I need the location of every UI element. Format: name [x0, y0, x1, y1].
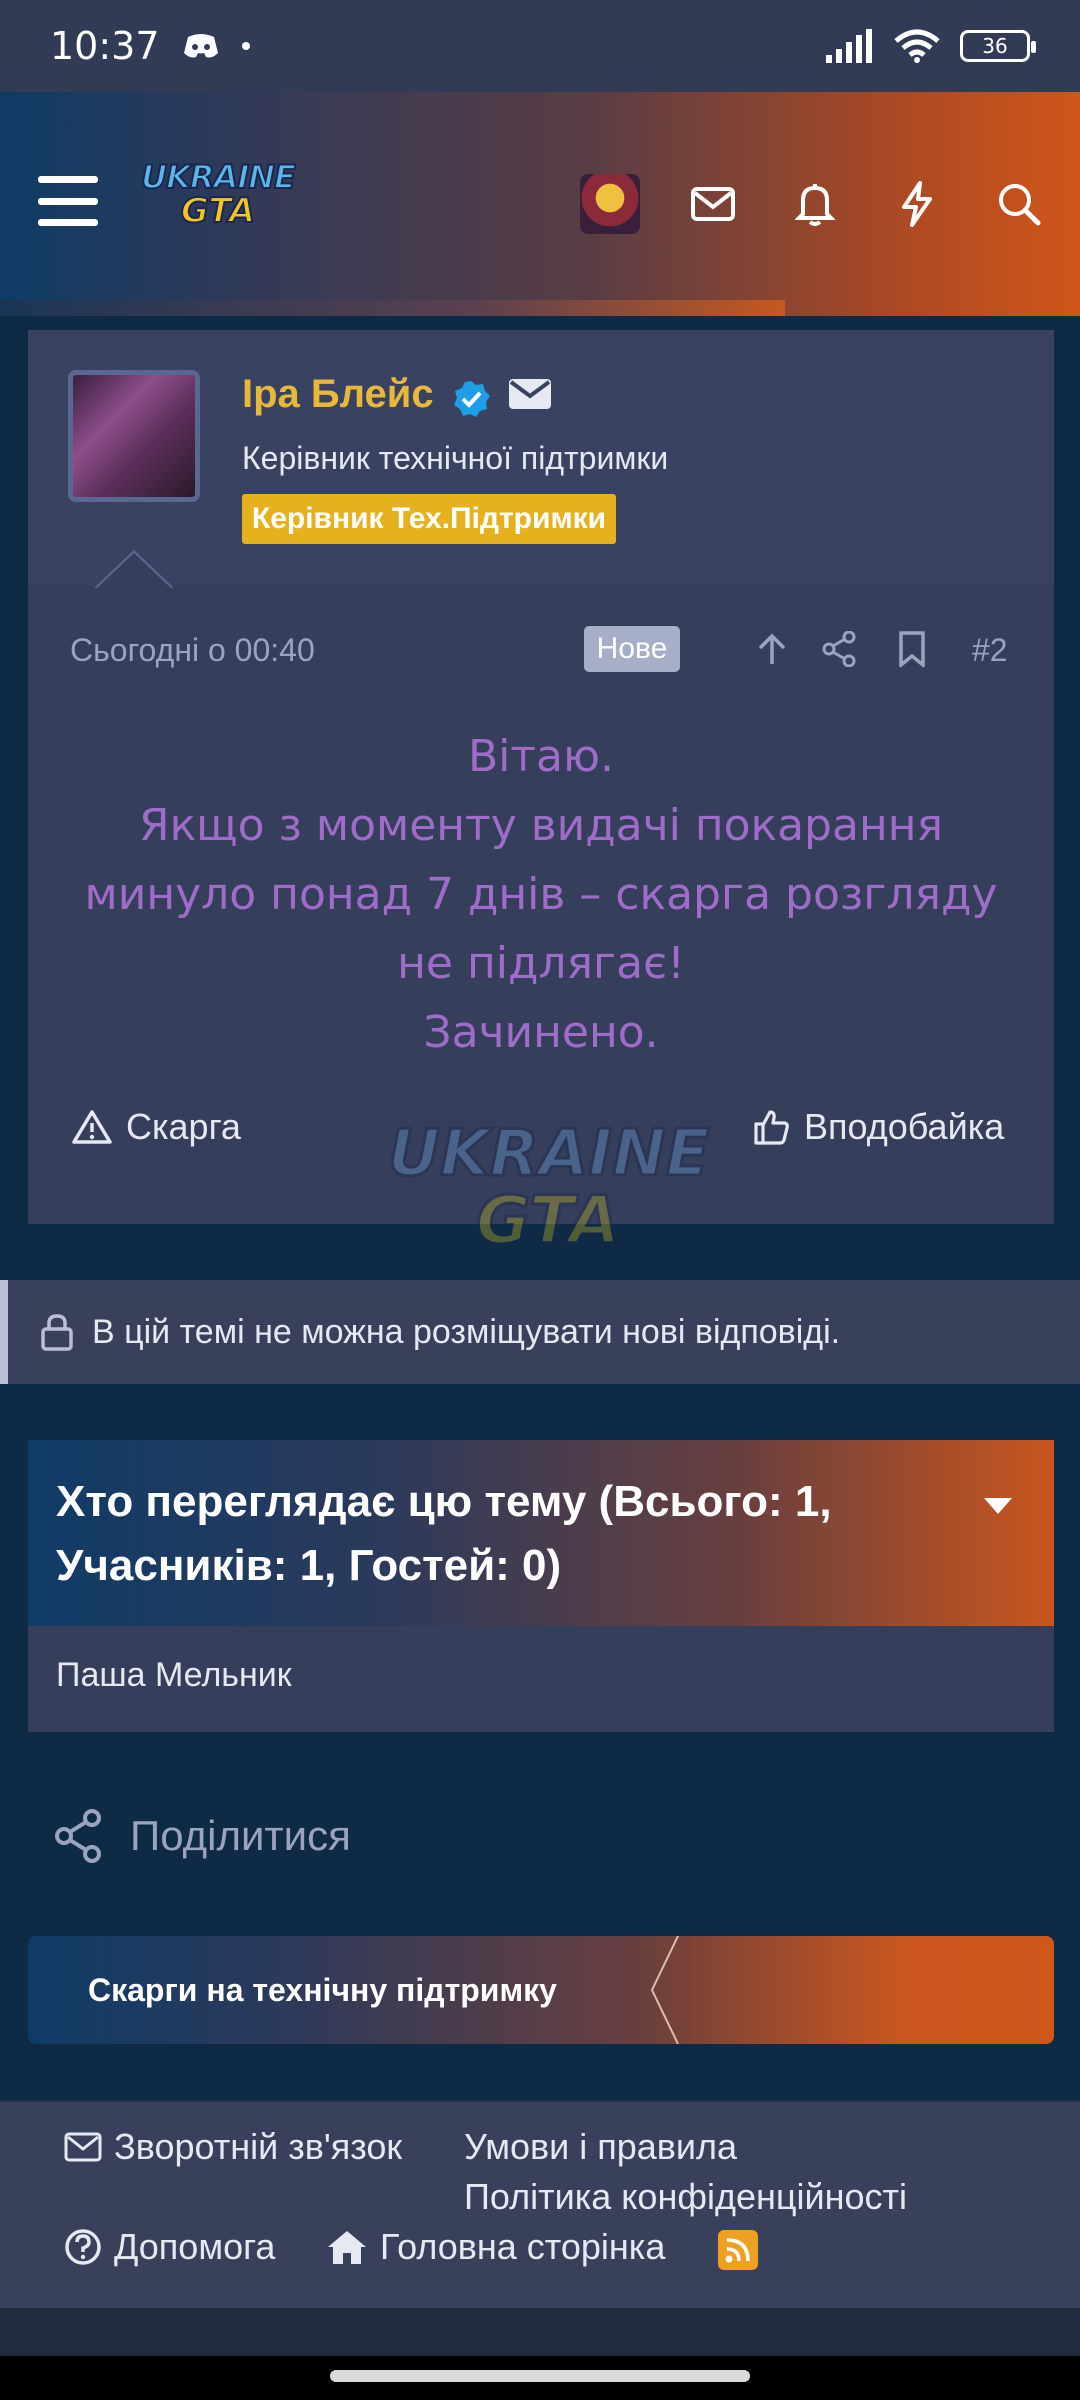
new-badge: Нове [584, 626, 680, 672]
viewers-list: Паша Мельник [28, 1626, 1054, 1732]
site-footer: Зворотній зв'язок Умови і правила Політи… [0, 2100, 1080, 2308]
thumbs-up-icon [754, 1110, 789, 1145]
breadcrumb-separator [650, 1936, 679, 2044]
search-icon[interactable] [992, 177, 1046, 231]
battery-indicator: 36 [960, 30, 1036, 62]
bell-icon[interactable] [788, 177, 842, 231]
bolt-icon[interactable] [890, 177, 944, 231]
wifi-icon [894, 29, 940, 63]
menu-icon[interactable] [38, 176, 98, 226]
terms-link[interactable]: Умови і правила [464, 2126, 737, 2168]
envelope-icon[interactable] [686, 177, 740, 231]
post-author-name[interactable]: Іра Блейс [242, 372, 434, 417]
post-author-title: Керівник технічної підтримки [242, 440, 669, 476]
share-label: Поділитися [130, 1812, 351, 1859]
share-icon[interactable] [822, 626, 856, 672]
contact-link[interactable]: Зворотній зв'язок [64, 2126, 402, 2168]
home-icon [328, 2231, 366, 2264]
home-link[interactable]: Головна сторінка [326, 2226, 665, 2268]
viewer-member[interactable]: Паша Мельник [56, 1656, 292, 1694]
post-author-banner: Керівник Тех.Підтримки [242, 494, 616, 544]
privacy-link[interactable]: Політика конфіденційності [464, 2176, 907, 2218]
report-button[interactable]: Скарга [72, 1106, 241, 1148]
viewers-title: Хто переглядає цю тему (Всього: 1, Учасн… [56, 1477, 832, 1590]
post-line: не підлягає! [397, 938, 685, 989]
envelope-icon[interactable] [508, 378, 552, 410]
notification-dot-icon [241, 42, 250, 50]
breadcrumb[interactable]: Скарги на технічну підтримку [28, 1936, 1054, 2044]
discord-icon [183, 34, 218, 58]
help-link[interactable]: Допомога [64, 2226, 275, 2268]
bookmark-icon[interactable] [898, 626, 926, 672]
arrow-up-icon[interactable] [756, 626, 788, 672]
status-bar: 10:37 36 [0, 0, 1080, 92]
scroll-progress-bar [0, 300, 785, 316]
viewers-block: Хто переглядає цю тему (Всього: 1, Учасн… [28, 1440, 1054, 1732]
share-button[interactable]: Поділитися [52, 1808, 351, 1864]
chevron-down-icon[interactable] [984, 1498, 1012, 1514]
verified-badge-icon [454, 381, 490, 417]
rss-icon[interactable] [718, 2230, 758, 2270]
share-icon [55, 1809, 101, 1863]
post-date[interactable]: Сьогодні о 00:40 [70, 632, 315, 669]
post-line: Якщо з моменту видачі покарання [139, 800, 943, 851]
like-label: Вподобайка [804, 1106, 1005, 1147]
post-author-avatar[interactable] [68, 370, 200, 502]
lock-icon [41, 1314, 73, 1351]
breadcrumb-item[interactable]: Скарги на технічну підтримку [88, 1972, 557, 2009]
post-arrow [94, 550, 174, 589]
locked-notice: В цій темі не можна розміщувати нові від… [0, 1280, 1080, 1384]
post-line: Вітаю. [467, 731, 615, 782]
warning-icon [72, 1110, 112, 1144]
post-line: Зачинено. [423, 1007, 659, 1058]
viewers-header[interactable]: Хто переглядає цю тему (Всього: 1, Учасн… [28, 1440, 1054, 1626]
signal-icon [826, 29, 872, 63]
like-button[interactable]: Вподобайка [752, 1106, 1004, 1148]
post-line: минуло понад 7 днів – скарга розгляду [84, 869, 998, 920]
footer-bottom [0, 2308, 1080, 2356]
post-card: Іра Блейс Керівник технічної підтримки К… [28, 330, 1054, 1255]
user-avatar[interactable] [580, 174, 640, 234]
envelope-icon [64, 2132, 102, 2162]
clock: 10:37 [50, 24, 160, 68]
post-number[interactable]: #2 [972, 632, 1008, 669]
report-label: Скарга [126, 1106, 241, 1147]
watermark-logo: UKRAINE GTA [387, 1117, 711, 1259]
locked-notice-text: В цій темі не можна розміщувати нові від… [92, 1312, 841, 1351]
post-content: Вітаю. Якщо з моменту видачі покарання м… [48, 722, 1034, 1067]
home-gesture-bar[interactable] [330, 2370, 750, 2382]
site-logo[interactable]: UKRAINE GTA [138, 159, 298, 240]
help-icon [65, 2229, 101, 2265]
